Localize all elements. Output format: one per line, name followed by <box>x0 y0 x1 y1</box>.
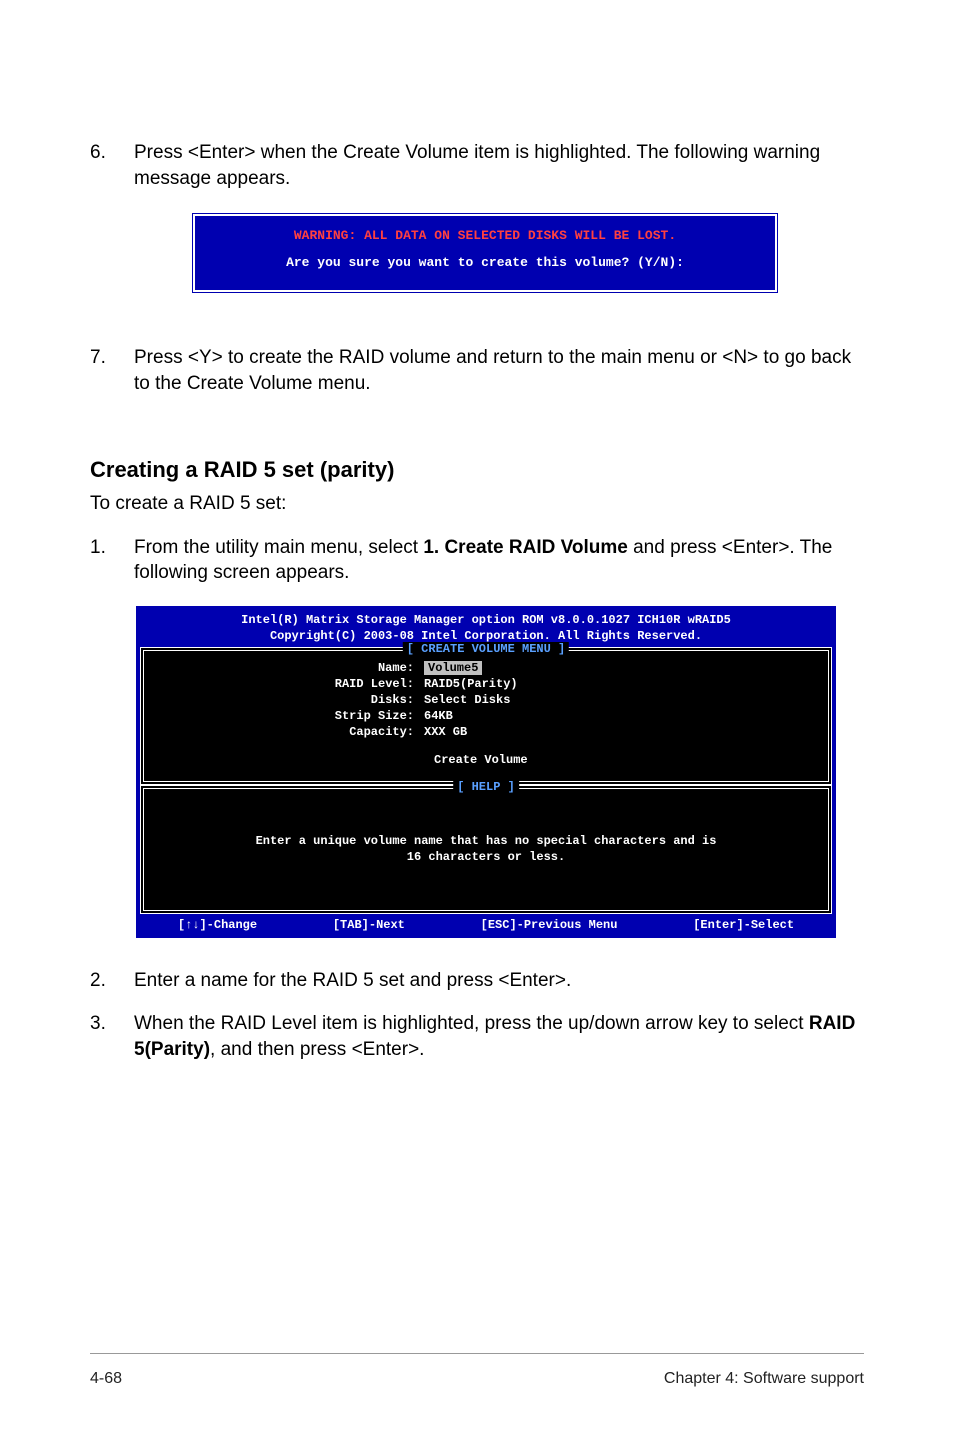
page-footer: 4-68 Chapter 4: Software support <box>90 1360 864 1388</box>
label-capacity: Capacity: <box>144 725 424 739</box>
bios-header-line1: Intel(R) Matrix Storage Manager option R… <box>136 612 836 628</box>
footer-prev: [ESC]-Previous Menu <box>481 918 618 932</box>
value-raid-level[interactable]: RAID5(Parity) <box>424 677 828 691</box>
label-raid-level: RAID Level: <box>144 677 424 691</box>
step-7: 7. Press <Y> to create the RAID volume a… <box>90 345 864 396</box>
intro-text: To create a RAID 5 set: <box>90 493 864 515</box>
footer-select: [Enter]-Select <box>693 918 794 932</box>
step-3-text-b: , and then press <Enter>. <box>210 1039 424 1060</box>
label-name: Name: <box>144 661 424 675</box>
help-line2: 16 characters or less. <box>154 849 818 865</box>
chapter-label: Chapter 4: Software support <box>664 1370 864 1388</box>
help-text: Enter a unique volume name that has no s… <box>144 799 828 909</box>
page-number: 4-68 <box>90 1370 122 1388</box>
footer-divider <box>90 1353 864 1354</box>
step-7-number: 7. <box>90 345 134 396</box>
label-disks: Disks: <box>144 693 424 707</box>
row-disks: Disks: Select Disks <box>144 693 828 709</box>
footer-change: [↑↓]-Change <box>178 918 257 932</box>
step-6-number: 6. <box>90 140 134 191</box>
warning-prompt: Are you sure you want to create this vol… <box>215 255 755 270</box>
step-3-number: 3. <box>90 1011 134 1062</box>
step-1-text: From the utility main menu, select 1. Cr… <box>134 535 864 586</box>
value-disks[interactable]: Select Disks <box>424 693 828 707</box>
step-3-text: When the RAID Level item is highlighted,… <box>134 1011 864 1062</box>
value-capacity[interactable]: XXX GB <box>424 725 828 739</box>
step-2-number: 2. <box>90 968 134 994</box>
step-6-text: Press <Enter> when the Create Volume ite… <box>134 140 864 191</box>
step-3: 3. When the RAID Level item is highlight… <box>90 1011 864 1062</box>
bios-footer: [↑↓]-Change [TAB]-Next [ESC]-Previous Me… <box>140 914 832 938</box>
create-volume-action[interactable]: Create Volume <box>144 741 828 781</box>
step-3-text-a: When the RAID Level item is highlighted,… <box>134 1013 809 1034</box>
step-2-text: Enter a name for the RAID 5 set and pres… <box>134 968 864 994</box>
step-2: 2. Enter a name for the RAID 5 set and p… <box>90 968 864 994</box>
step-1-text-a: From the utility main menu, select <box>134 537 423 558</box>
value-name[interactable]: Volume5 <box>424 661 482 675</box>
help-title: [ HELP ] <box>453 780 519 794</box>
subheading-raid5: Creating a RAID 5 set (parity) <box>90 457 864 483</box>
step-1-bold: 1. Create RAID Volume <box>423 537 627 558</box>
step-1: 1. From the utility main menu, select 1.… <box>90 535 864 586</box>
label-strip-size: Strip Size: <box>144 709 424 723</box>
step-7-text: Press <Y> to create the RAID volume and … <box>134 345 864 396</box>
step-1-number: 1. <box>90 535 134 586</box>
warning-headline: WARNING: ALL DATA ON SELECTED DISKS WILL… <box>215 228 755 243</box>
help-line1: Enter a unique volume name that has no s… <box>154 833 818 849</box>
row-capacity: Capacity: XXX GB <box>144 725 828 741</box>
row-strip-size: Strip Size: 64KB <box>144 709 828 725</box>
footer-next: [TAB]-Next <box>333 918 405 932</box>
value-strip-size[interactable]: 64KB <box>424 709 828 723</box>
create-volume-panel: [ CREATE VOLUME MENU ] Name: Volume5 RAI… <box>140 647 832 785</box>
row-raid-level: RAID Level: RAID5(Parity) <box>144 677 828 693</box>
create-volume-title: [ CREATE VOLUME MENU ] <box>403 642 569 656</box>
row-name: Name: Volume5 <box>144 661 828 677</box>
warning-dialog: WARNING: ALL DATA ON SELECTED DISKS WILL… <box>190 211 780 295</box>
step-6: 6. Press <Enter> when the Create Volume … <box>90 140 864 191</box>
bios-screen: Intel(R) Matrix Storage Manager option R… <box>136 606 836 938</box>
help-panel: [ HELP ] Enter a unique volume name that… <box>140 785 832 913</box>
